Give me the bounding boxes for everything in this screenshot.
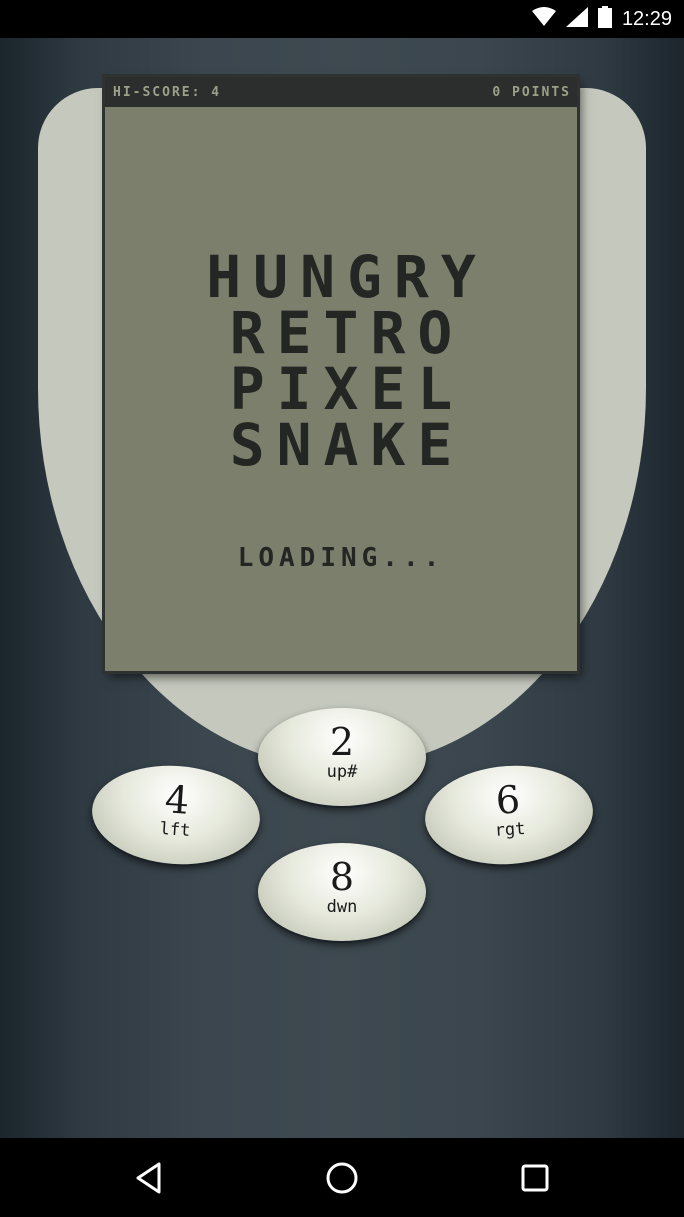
key-number: 2 [329,720,355,764]
key-label: dwn [326,897,358,917]
status-bar: 12:29 [0,0,684,38]
down-key[interactable]: 8 dwn [258,843,426,941]
recents-icon [521,1164,549,1192]
status-icons: 12:29 [531,6,672,32]
title-line: RETRO [229,299,465,367]
title-line: HUNGRY [206,243,488,311]
title-line: SNAKE [229,411,465,479]
recents-button[interactable] [515,1158,555,1198]
back-button[interactable] [130,1158,170,1198]
wifi-icon [531,7,556,31]
score-header: HI-SCORE: 4 0 POINTS [105,77,577,107]
back-icon [136,1162,161,1194]
status-time: 12:29 [621,7,672,30]
signal-icon [565,7,588,31]
home-button[interactable] [322,1158,362,1198]
game-screen[interactable]: HI-SCORE: 4 0 POINTS HUNGRY RETRO PIXEL … [105,77,577,671]
key-label: up# [326,762,358,782]
navigation-bar [0,1138,684,1217]
key-number: 8 [329,855,355,899]
battery-icon [597,6,612,32]
title-line: PIXEL [229,355,465,423]
home-icon [326,1162,358,1194]
hiscore-label: HI-SCORE: 4 [113,85,222,100]
points-label: 0 POINTS [492,85,571,100]
game-title: HUNGRY RETRO PIXEL SNAKE [105,243,577,479]
up-key[interactable]: 2 up# [258,708,426,806]
loading-text: LOADING... [237,543,445,573]
